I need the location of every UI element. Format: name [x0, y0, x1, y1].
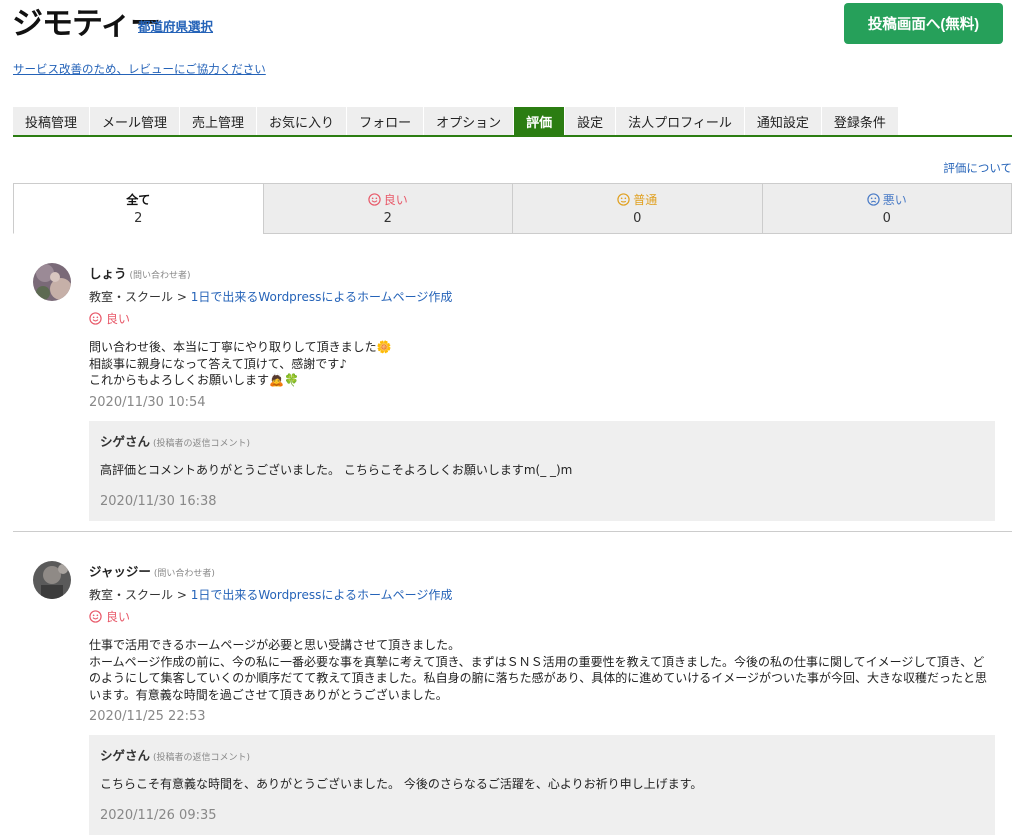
- review-date: 2020/11/30 10:54: [89, 394, 206, 410]
- review-category: 教室・スクール > 1日で出来るWordpressによるホームページ作成: [89, 586, 994, 603]
- filter-all-count: 2: [134, 211, 143, 226]
- tab-mail[interactable]: メール管理: [90, 107, 181, 135]
- tab-corporate-profile[interactable]: 法人プロフィール: [616, 107, 745, 135]
- filter-good-label: 良い: [383, 193, 408, 207]
- neutral-face-icon: [617, 193, 630, 206]
- avatar[interactable]: [33, 561, 71, 599]
- category-label: 教室・スクール: [89, 290, 174, 304]
- reply-box: シゲさん (投稿者の返信コメント) 高評価とコメントありがとうございました。 こち…: [89, 420, 995, 521]
- review-text-line: 仕事で活用できるホームページが必要と思い受講させて頂きました。: [89, 638, 461, 652]
- filter-all-label: 全て: [126, 193, 151, 207]
- review-text-line: これからもよろしくお願いします🙇🍀: [89, 373, 299, 387]
- avatar-photo-icon: [33, 561, 71, 599]
- filter-good-count: 2: [383, 211, 392, 226]
- avatar[interactable]: [33, 263, 71, 301]
- filter-normal-count: 0: [633, 211, 642, 226]
- review-text-line: ホームページ作成の前に、今の私に一番必要な事を真摯に考えて頂き、まずはＳＮＳ活用…: [89, 654, 987, 702]
- reviewer-name[interactable]: ジャッジー: [89, 564, 151, 579]
- review-date: 2020/11/25 22:53: [89, 709, 206, 724]
- smile-face-icon: [89, 312, 102, 325]
- filter-good[interactable]: 良い 2: [262, 184, 512, 234]
- category-label: 教室・スクール: [89, 588, 174, 602]
- reply-author: シゲさん: [100, 748, 151, 763]
- tab-options[interactable]: オプション: [424, 107, 515, 135]
- reply-author: シゲさん: [100, 433, 151, 449]
- review-category: 教室・スクール > 1日で出来るWordpressによるホームページ作成: [89, 288, 994, 305]
- category-separator: >: [173, 588, 191, 602]
- prefecture-select-link[interactable]: 都道府県選択: [138, 16, 213, 35]
- tab-sales[interactable]: 売上管理: [180, 107, 258, 135]
- review-text: 問い合わせ後、本当に丁寧にやり取りして頂きました🌼 相談事に親身になって答えて頂…: [89, 339, 994, 389]
- category-separator: >: [173, 290, 191, 304]
- tab-ratings[interactable]: 評価: [514, 107, 566, 135]
- review-divider: [13, 531, 1012, 532]
- post-title-link[interactable]: 1日で出来るWordpressによるホームページ作成: [191, 290, 453, 304]
- reply-date: 2020/11/26 09:35: [100, 808, 217, 823]
- rating-filter-tabs: 全て 2 良い 2 普通 0 悪い 0: [13, 183, 1012, 234]
- reviewer-role: (問い合わせ者): [153, 569, 215, 579]
- review-grade: 良い: [89, 310, 994, 327]
- tab-favorites[interactable]: お気に入り: [257, 107, 348, 135]
- reviewer-name[interactable]: しょう: [89, 266, 127, 281]
- tab-follow[interactable]: フォロー: [347, 107, 425, 135]
- grade-label: 良い: [106, 312, 131, 326]
- reply-box: シゲさん (投稿者の返信コメント) こちらこそ有意義な時間を、ありがとうございまし…: [89, 735, 995, 835]
- reply-date: 2020/11/30 16:38: [100, 493, 217, 509]
- grade-label: 良い: [106, 610, 131, 624]
- reviewer-role: (問い合わせ者): [129, 271, 191, 281]
- smile-face-icon: [368, 193, 381, 206]
- reply-role: (投稿者の返信コメント): [153, 753, 251, 763]
- smile-face-icon: [89, 610, 102, 623]
- sad-face-icon: [867, 193, 880, 206]
- filter-bad-label: 悪い: [882, 193, 907, 207]
- review-text: 仕事で活用できるホームページが必要と思い受講させて頂きました。 ホームページ作成…: [89, 637, 994, 703]
- filter-normal[interactable]: 普通 0: [512, 184, 762, 234]
- post-title-link[interactable]: 1日で出来るWordpressによるホームページ作成: [191, 588, 453, 602]
- survey-link[interactable]: サービス改善のため、レビューにご協力ください: [13, 61, 266, 77]
- filter-all[interactable]: 全て 2: [13, 184, 263, 234]
- review-text-line: 相談事に親身になって答えて頂けて、感謝です♪: [89, 356, 347, 371]
- tab-notification-settings[interactable]: 通知設定: [744, 107, 822, 135]
- reply-text: こちらこそ有意義な時間を、ありがとうございました。 今後のさらなるご活躍を、心よ…: [100, 777, 703, 791]
- avatar-photo-icon: [33, 263, 71, 301]
- reply-text: 高評価とコメントありがとうございました。 こちらこそよろしくお願いしますm(_ …: [100, 462, 573, 477]
- about-rating-link[interactable]: 評価について: [943, 160, 1012, 176]
- post-button[interactable]: 投稿画面へ(無料): [844, 3, 1003, 44]
- main-tabs: 投稿管理 メール管理 売上管理 お気に入り フォロー オプション 評価 設定 法…: [13, 107, 1012, 137]
- tab-posts[interactable]: 投稿管理: [13, 107, 91, 135]
- filter-normal-label: 普通: [633, 193, 658, 207]
- tab-registration-terms[interactable]: 登録条件: [821, 107, 899, 135]
- reply-role: (投稿者の返信コメント): [153, 438, 251, 449]
- filter-bad[interactable]: 悪い 0: [761, 184, 1011, 234]
- tab-settings[interactable]: 設定: [565, 107, 617, 135]
- review-text-line: 問い合わせ後、本当に丁寧にやり取りして頂きました🌼: [89, 340, 392, 354]
- review-grade: 良い: [89, 608, 994, 625]
- filter-bad-count: 0: [882, 211, 891, 226]
